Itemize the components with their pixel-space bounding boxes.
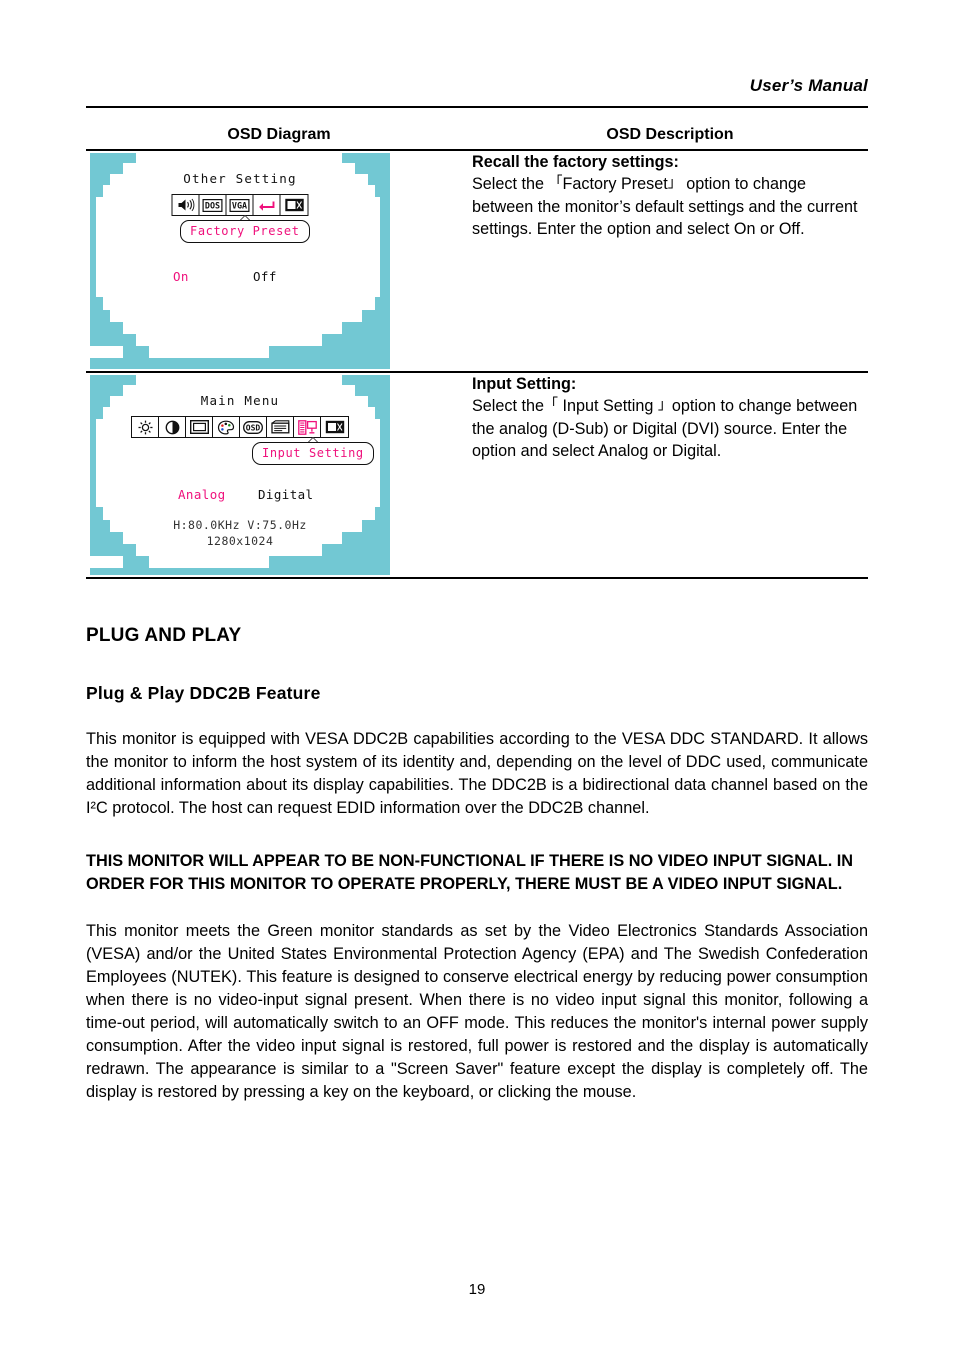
osd-screen-main-menu: Main Menu OSD Input Setting Analog Digit… — [90, 375, 390, 575]
osd-table-row: Main Menu OSD Input Setting Analog Digit… — [86, 372, 868, 579]
desc1-pre: Select the — [472, 175, 549, 194]
geometry-icon[interactable] — [186, 417, 213, 437]
osd-icon[interactable]: OSD — [240, 417, 267, 437]
desc2-bracket-open: 「 — [544, 396, 558, 413]
description-body-2: Select the「 Input Setting 」option to cha… — [472, 395, 868, 462]
paragraph-ddc2b-overview: This monitor is equipped with VESA DDC2B… — [86, 730, 868, 817]
header-title: User’s Manual — [749, 76, 868, 95]
return-arrow-icon[interactable] — [253, 195, 281, 215]
paragraph-warning: THIS MONITOR WILL APPEAR TO BE NON-FUNCT… — [86, 851, 854, 893]
column-header-osd-description: OSD Description — [472, 124, 868, 151]
osd-content-1: Other Setting DOS VGA Factory Preset On … — [90, 153, 390, 369]
page-header: User’s Manual — [86, 0, 868, 96]
exit-icon[interactable] — [321, 417, 348, 437]
svg-text:VGA: VGA — [232, 200, 247, 210]
subsection-heading-ddc2b: Plug & Play DDC2B Feature — [86, 683, 321, 703]
osd-option-analog[interactable]: Analog — [178, 487, 226, 502]
osd-diagram-cell-1: Other Setting DOS VGA Factory Preset On … — [86, 150, 472, 373]
osd-options-2: Analog Digital — [90, 487, 390, 505]
osd-content-2: Main Menu OSD Input Setting Analog Digit… — [90, 375, 390, 575]
osd-callout-2[interactable]: Input Setting — [252, 442, 374, 465]
osd-table: OSD Diagram OSD Description Other Settin… — [86, 124, 868, 579]
osd-screen-other-setting: Other Setting DOS VGA Factory Preset On … — [90, 153, 390, 369]
description-body-1: Select the 「Factory Preset」 option to ch… — [472, 173, 868, 240]
description-title-1: Recall the factory settings: — [472, 153, 679, 171]
manual-page: User’s Manual OSD Diagram OSD Descriptio… — [0, 0, 954, 1351]
osd-description-cell-1: Recall the factory settings: Select the … — [472, 150, 868, 373]
osd-resolution: 1280x1024 — [206, 534, 274, 548]
desc2-label: Input Setting — [558, 397, 658, 416]
exit-icon[interactable] — [280, 195, 308, 215]
tools-icon[interactable] — [267, 417, 294, 437]
svg-text:DOS: DOS — [205, 200, 220, 210]
desc2-pre: Select the — [472, 397, 544, 416]
description-title-2: Input Setting: — [472, 375, 577, 393]
svg-text:OSD: OSD — [246, 423, 261, 432]
osd-option-digital[interactable]: Digital — [258, 487, 313, 502]
osd-table-row: Other Setting DOS VGA Factory Preset On … — [86, 150, 868, 373]
desc2-bracket-close: 」 — [657, 396, 672, 413]
osd-option-on[interactable]: On — [173, 269, 189, 284]
desc1-bracket-close: 」 — [667, 174, 682, 191]
osd-frequency: H:80.0KHz V:75.0Hz — [173, 518, 307, 532]
osd-diagram-cell-2: Main Menu OSD Input Setting Analog Digit… — [86, 372, 472, 579]
column-header-osd-diagram: OSD Diagram — [86, 124, 472, 151]
osd-callout-1[interactable]: Factory Preset — [180, 220, 310, 243]
osd-description-cell-2: Input Setting: Select the「 Input Setting… — [472, 372, 868, 579]
osd-menu-title-2: Main Menu — [200, 393, 280, 408]
osd-menu-title-1: Other Setting — [183, 171, 297, 186]
osd-icon-row-2: OSD — [131, 416, 349, 438]
speaker-icon[interactable] — [172, 195, 200, 215]
desc1-bracket-open: 「 — [548, 174, 563, 191]
section-heading-plug-and-play: PLUG AND PLAY — [86, 625, 242, 646]
osd-options-1: On Off — [90, 269, 390, 287]
paragraph-green-monitor: This monitor meets the Green monitor sta… — [86, 921, 868, 1101]
page-number: 19 — [468, 1281, 486, 1298]
color-icon[interactable] — [213, 417, 240, 437]
header-rule — [86, 106, 868, 108]
contrast-icon[interactable] — [159, 417, 186, 437]
brightness-icon[interactable] — [132, 417, 159, 437]
input-setting-icon[interactable] — [294, 417, 321, 437]
dos-icon[interactable]: DOS — [199, 195, 227, 215]
vga-icon[interactable]: VGA — [226, 195, 254, 215]
osd-option-off[interactable]: Off — [253, 269, 277, 284]
desc1-label: Factory Preset — [562, 175, 668, 194]
osd-icon-row-1: DOS VGA — [171, 194, 309, 216]
osd-table-header-row: OSD Diagram OSD Description — [86, 124, 868, 151]
